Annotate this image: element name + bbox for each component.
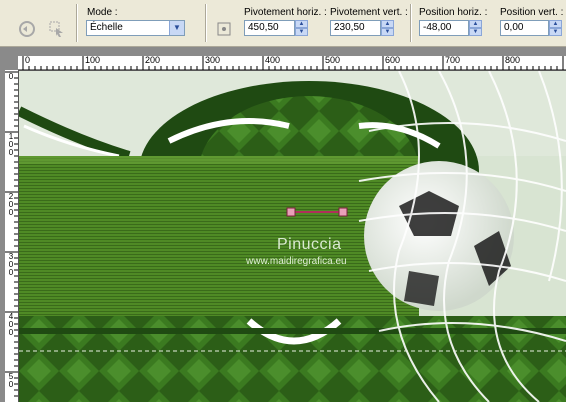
chevron-down-icon[interactable]: ▼ <box>169 21 184 35</box>
pick-tool-icon[interactable] <box>46 18 68 40</box>
pivot-horiz-label: Pivotement horiz. : <box>244 7 327 18</box>
ruler-top-label: 300 <box>205 56 221 65</box>
watermark-title: Pinuccia <box>277 236 342 253</box>
watermark-url: www.maidiregrafica.eu <box>246 256 347 267</box>
ruler-left-label: 1 0 0 <box>8 132 14 157</box>
toolbar: Mode : Échelle ▼ Pivotement horiz. : 450… <box>0 0 566 47</box>
ruler-left-label: 2 0 0 <box>8 192 14 217</box>
ruler-top-label: 600 <box>385 56 401 65</box>
ruler-left-label: 0 <box>8 72 14 81</box>
ruler-top-label: 500 <box>325 56 341 65</box>
pivot-icon[interactable] <box>213 18 235 40</box>
position-vert-label: Position vert. : <box>500 7 564 18</box>
mode-select[interactable]: Échelle ▼ <box>86 20 185 36</box>
position-horiz-input[interactable]: -48,00 <box>419 20 469 36</box>
ruler-top-label: 400 <box>265 56 281 65</box>
pivot-vert-label: Pivotement vert. : <box>330 7 408 18</box>
position-vert-stepper[interactable]: ▲ ▼ <box>549 20 562 36</box>
ruler-top-label: 0 <box>25 56 31 65</box>
ruler-left-label: 5 0 <box>8 372 14 389</box>
pivot-vert-stepper[interactable]: ▲ ▼ <box>381 20 394 36</box>
ruler-top: 0 100 200 300 400 500 600 700 800 <box>18 56 566 71</box>
reset-icon[interactable] <box>16 18 38 40</box>
ruler-left: 0 1 0 0 2 0 0 3 0 0 4 0 0 5 0 <box>5 70 19 402</box>
position-horiz-stepper[interactable]: ▲ ▼ <box>469 20 482 36</box>
toolbar-separator <box>205 4 207 42</box>
ruler-top-label: 700 <box>445 56 461 65</box>
ruler-top-label: 100 <box>85 56 101 65</box>
pivot-vert-input[interactable]: 230,50 <box>330 20 381 36</box>
pivot-horiz-input[interactable]: 450,50 <box>244 20 295 36</box>
mode-value: Échelle <box>90 22 123 33</box>
ruler-left-label: 4 0 0 <box>8 312 14 337</box>
position-horiz-label: Position horiz. : <box>419 7 488 18</box>
toolbar-separator <box>76 4 78 42</box>
position-vert-input[interactable]: 0,00 <box>500 20 549 36</box>
toolbar-separator <box>410 4 412 42</box>
mode-label: Mode : <box>87 7 118 18</box>
ruler-left-label: 3 0 0 <box>8 252 14 277</box>
ruler-top-label: 800 <box>505 56 521 65</box>
ruler-top-label: 200 <box>145 56 161 65</box>
pivot-horiz-stepper[interactable]: ▲ ▼ <box>295 20 308 36</box>
